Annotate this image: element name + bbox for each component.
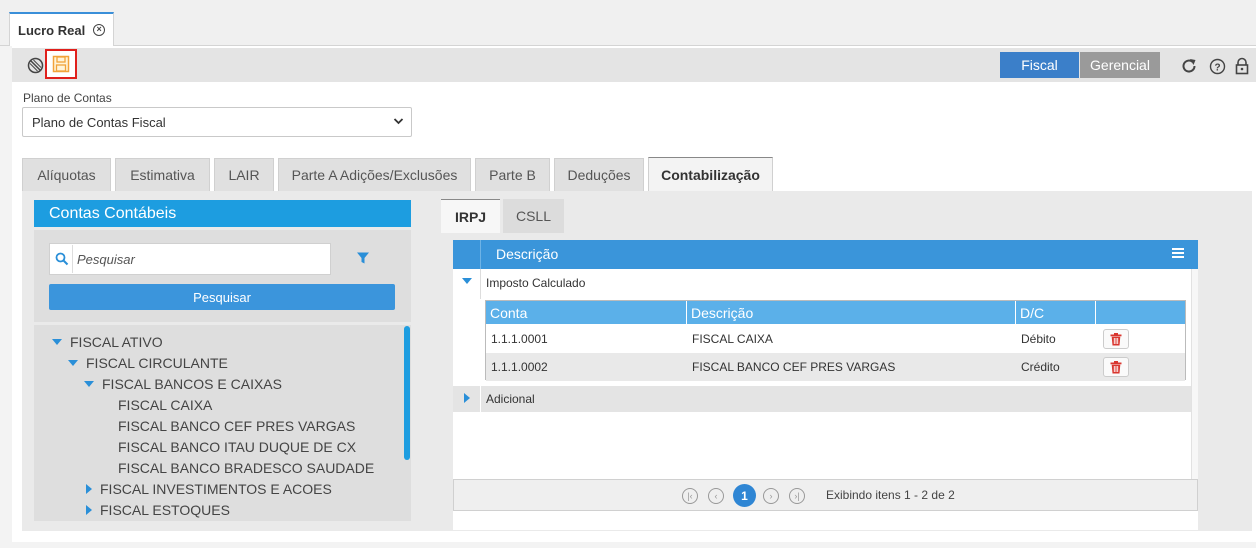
plano-select-value: Plano de Contas Fiscal [32,114,166,130]
collapse-icon[interactable] [464,393,478,403]
tab-parte-a[interactable]: Parte A Adições/Exclusões [278,158,471,191]
col-header-conta: Conta [486,301,687,324]
group-label: Adicional [486,392,535,406]
help-icon[interactable]: ? [1206,55,1228,77]
search-input[interactable]: Pesquisar [49,243,331,275]
pager: |‹ ‹ 1 › ›| Exibindo itens 1 - 2 de 2 [453,479,1198,511]
collapse-icon[interactable] [86,505,92,515]
last-page-icon[interactable]: ›| [789,488,805,504]
tree-item[interactable]: FISCAL BANCOS E CAIXAS [84,376,282,392]
search-icon [55,252,69,266]
svg-text:?: ? [1214,62,1220,73]
table-row[interactable]: 1.1.1.0001 FISCAL CAIXA Débito [486,325,1185,353]
tree-item[interactable]: FISCAL INVESTIMENTOS E ACOES [86,481,332,497]
col-header-descricao: Descrição [687,301,1016,324]
cell-descricao: FISCAL BANCO CEF PRES VARGAS [692,360,896,374]
lock-icon[interactable] [1231,55,1253,77]
tab-irpj[interactable]: IRPJ [441,199,500,233]
cell-dc: Débito [1021,332,1056,346]
cell-conta: 1.1.1.0002 [491,360,548,374]
search-placeholder: Pesquisar [77,251,135,267]
page-number-button[interactable]: 1 [733,484,756,507]
document-tab[interactable]: Lucro Real × [9,12,115,46]
pesquisar-button[interactable]: Pesquisar [49,284,395,310]
tab-csll[interactable]: CSLL [503,199,564,233]
tab-parte-b[interactable]: Parte B [475,158,550,191]
inner-table: Conta Descrição D/C 1.1.1.0001 FISCAL CA… [485,300,1186,381]
cell-conta: 1.1.1.0001 [491,332,548,346]
tree-item[interactable]: FISCAL BANCO CEF PRES VARGAS [118,418,355,434]
tab-lair[interactable]: LAIR [214,158,274,191]
pager-info: Exibindo itens 1 - 2 de 2 [826,488,955,502]
contas-tree: FISCAL ATIVO FISCAL CIRCULANTE FISCAL BA… [34,325,411,521]
trash-icon [1110,332,1122,345]
grid-scrollbar[interactable] [1191,269,1198,479]
delete-button[interactable] [1103,357,1129,377]
tab-contabilizacao[interactable]: Contabilização [648,157,773,191]
plano-label: Plano de Contas [23,91,112,105]
col-header-dc: D/C [1016,301,1096,324]
menu-icon[interactable] [1172,247,1184,262]
group-row-imposto[interactable]: Imposto Calculado [453,269,1192,299]
save-icon [52,55,70,73]
refresh-icon[interactable] [1178,55,1200,77]
trash-icon [1110,360,1122,373]
cell-descricao: FISCAL CAIXA [692,332,773,346]
first-page-icon[interactable]: |‹ [682,488,698,504]
close-tab-icon[interactable]: × [93,24,106,36]
tab-aliquotas[interactable]: Alíquotas [22,158,111,191]
group-row-adicional[interactable]: Adicional [453,386,1192,412]
expand-icon[interactable] [462,278,480,284]
expand-icon[interactable] [84,381,94,387]
table-row[interactable]: 1.1.1.0002 FISCAL BANCO CEF PRES VARGAS … [486,353,1185,381]
tree-item[interactable]: FISCAL ESTOQUES [86,502,230,518]
tree-item[interactable]: FISCAL BANCO BRADESCO SAUDADE [118,460,374,476]
tree-item[interactable]: FISCAL CAIXA [118,397,212,413]
tab-deducoes[interactable]: Deduções [554,158,644,191]
fiscal-toggle-button[interactable]: Fiscal [1000,52,1079,78]
tree-item[interactable]: FISCAL BANCO ITAU DUQUE DE CX [118,439,356,455]
grid-header-descricao: Descrição [496,246,559,262]
expand-icon[interactable] [52,339,62,345]
collapse-icon[interactable] [86,484,92,494]
delete-button[interactable] [1103,329,1129,349]
group-label: Imposto Calculado [486,276,586,290]
chevron-down-icon [393,115,404,130]
document-tabstrip [0,0,1256,46]
gerencial-toggle-button[interactable]: Gerencial [1080,52,1160,78]
tree-item[interactable]: FISCAL ATIVO [52,334,163,350]
contas-contabeis-header: Contas Contábeis [34,200,411,227]
grid-header: Descrição [453,240,1198,269]
save-button[interactable] [45,49,77,79]
tab-estimativa[interactable]: Estimativa [115,158,210,191]
cancel-icon[interactable] [24,54,46,76]
col-header-actions [1096,301,1185,324]
plano-de-contas-select[interactable]: Plano de Contas Fiscal [22,107,412,137]
prev-page-icon[interactable]: ‹ [708,488,724,504]
next-page-icon[interactable]: › [763,488,779,504]
document-tab-title: Lucro Real [18,22,86,38]
filter-icon[interactable] [356,251,370,268]
tree-scrollbar[interactable] [404,326,410,460]
expand-icon[interactable] [68,360,78,366]
cell-dc: Crédito [1021,360,1060,374]
tree-item[interactable]: FISCAL CIRCULANTE [68,355,228,371]
